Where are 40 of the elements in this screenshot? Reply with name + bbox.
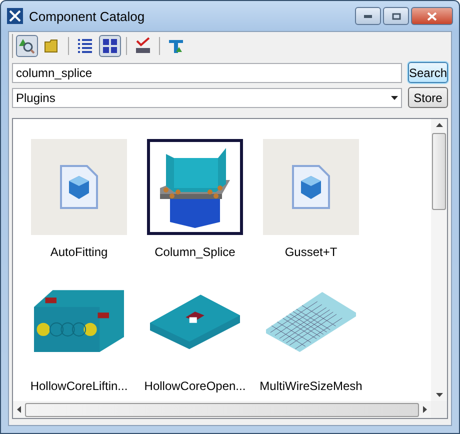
scroll-right-icon[interactable] [423,406,427,413]
store-button[interactable]: Store [408,87,448,108]
scroll-thumb[interactable] [25,402,419,416]
component-thumbnail[interactable] [31,139,127,235]
close-icon [427,12,437,20]
search-field[interactable]: column_splice [12,62,402,82]
minimize-button[interactable] [355,7,381,25]
spellcheck-icon [134,37,152,55]
list-view-icon [77,38,93,54]
component-thumbnail[interactable] [263,139,359,235]
folder-icon [44,39,60,53]
filter-icon [168,38,184,54]
toolbar-button[interactable] [16,35,38,57]
scroll-down-icon[interactable] [436,393,442,397]
maximize-button[interactable] [383,7,409,25]
app-icon [7,8,23,24]
component-name: AutoFitting [50,245,108,259]
scroll-left-icon[interactable] [17,406,21,413]
plugin-file-icon [59,164,99,210]
minimize-icon [364,14,372,18]
scrollbar-corner [431,401,447,418]
component-name: Column_Splice [154,245,236,259]
thumbnail-view-icon [102,38,118,54]
window-title: Component Catalog [29,8,146,24]
search-button[interactable]: Search [408,62,448,83]
close-button[interactable] [411,7,453,25]
scroll-up-icon[interactable] [436,123,442,127]
plugin-file-icon [291,164,331,210]
scroll-thumb[interactable] [432,133,446,210]
vertical-scrollbar[interactable] [431,119,447,401]
component-name: HollowCoreOpen... [144,379,246,393]
magnifier-tree-icon [19,38,35,54]
component-name: HollowCoreLiftin... [30,379,128,393]
group-dropdown[interactable]: Plugins [12,88,402,108]
maximize-icon [392,12,400,20]
component-name: Gusset+T [284,245,338,259]
component-name: MultiWireSizeMesh [260,379,362,393]
horizontal-scrollbar[interactable] [13,401,431,418]
dropdown-arrow-icon [391,96,398,100]
toolbar-button[interactable] [99,35,121,57]
